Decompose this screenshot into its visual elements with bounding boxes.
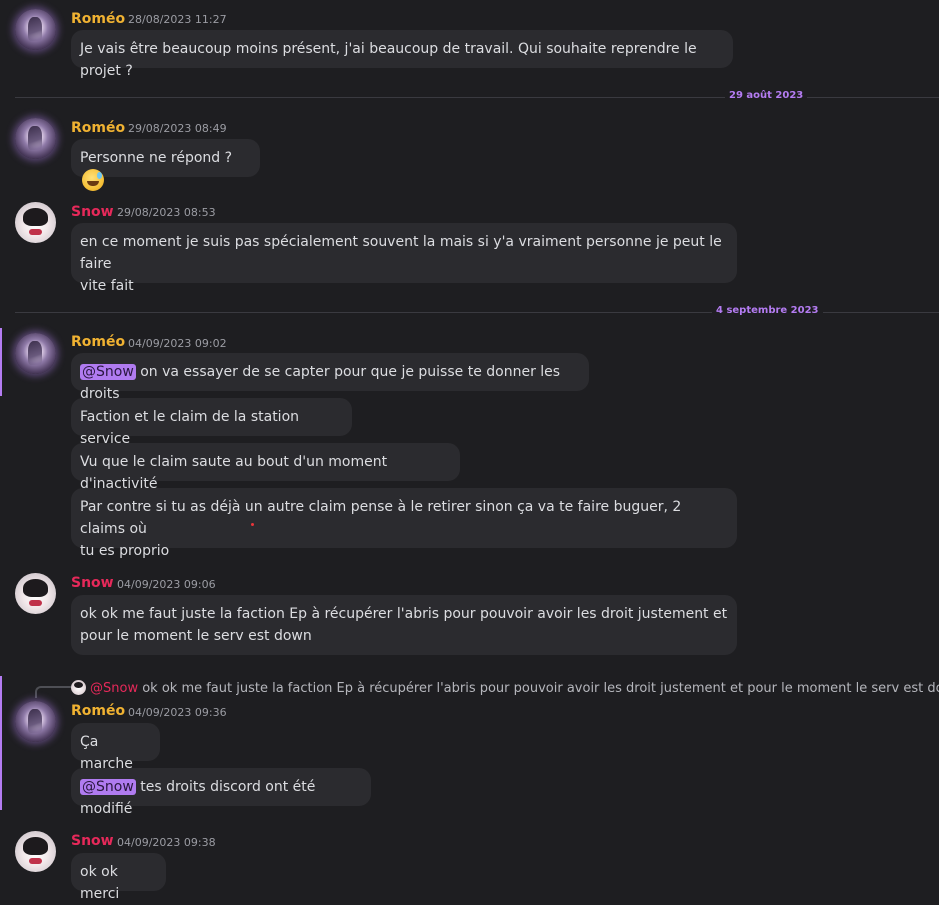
reply-text: ok ok me faut juste la faction Ep à récu… xyxy=(138,681,939,696)
user-mention[interactable]: @Snow xyxy=(80,364,136,380)
timestamp: 04/09/2023 09:38 xyxy=(117,836,216,849)
message-group: Roméo 28/08/2023 11:27 Je vais être beau… xyxy=(0,0,939,90)
message-bubble: Vu que le claim saute au bout d'un momen… xyxy=(71,443,460,492)
avatar[interactable] xyxy=(15,118,56,159)
message-group: Roméo 04/09/2023 09:02 @Snow on va essay… xyxy=(0,325,939,559)
message-group: Roméo 29/08/2023 08:49 Personne ne répon… xyxy=(0,110,939,191)
user-mention[interactable]: @Snow xyxy=(80,779,136,795)
author-name[interactable]: Snow xyxy=(71,575,114,591)
sweat-smile-emoji-icon xyxy=(82,169,104,191)
message-bubble: Par contre si tu as déjà un autre claim … xyxy=(71,488,737,559)
avatar[interactable] xyxy=(15,831,56,872)
message-group: Snow 29/08/2023 08:53 en ce moment je su… xyxy=(0,195,939,295)
message-bubble: @Snow tes droits discord ont été modifié xyxy=(71,768,371,817)
message-bubble: Ça marche xyxy=(71,723,160,772)
message-line: Par contre si tu as déjà un autre claim … xyxy=(80,499,682,537)
message-line: vite fait xyxy=(80,278,134,294)
author-name[interactable]: Roméo xyxy=(71,120,125,136)
message-group: @Snow ok ok me faut juste la faction Ep … xyxy=(0,676,939,817)
message-line: tu es proprio xyxy=(80,543,170,559)
message-bubble: ok ok merci xyxy=(71,853,166,902)
avatar[interactable] xyxy=(15,202,56,243)
timestamp: 04/09/2023 09:02 xyxy=(128,337,227,350)
timestamp: 28/08/2023 11:27 xyxy=(128,13,227,26)
message-bubble: en ce moment je suis pas spécialement so… xyxy=(71,223,737,294)
message-text: on va essayer de se capter pour que je p… xyxy=(80,364,561,402)
date-divider-label: 29 août 2023 xyxy=(725,90,808,101)
author-name[interactable]: Roméo xyxy=(71,11,125,27)
avatar[interactable] xyxy=(15,701,56,742)
message-bubble: Personne ne répond ? xyxy=(71,139,260,191)
message-line: en ce moment je suis pas spécialement so… xyxy=(80,234,722,272)
author-name[interactable]: Snow xyxy=(71,833,114,849)
reply-connector xyxy=(35,686,71,698)
message-text: Personne ne répond ? xyxy=(80,150,233,166)
author-name[interactable]: Roméo xyxy=(71,334,125,350)
message-group: Snow 04/09/2023 09:06 ok ok me faut just… xyxy=(0,567,939,662)
avatar[interactable] xyxy=(15,333,56,374)
date-divider-label: 4 septembre 2023 xyxy=(712,305,823,316)
message-bubble: @Snow on va essayer de se capter pour qu… xyxy=(71,353,589,402)
timestamp: 04/09/2023 09:36 xyxy=(128,706,227,719)
message-bubble: Je vais être beaucoup moins présent, j'a… xyxy=(71,30,733,79)
message-line: pour le moment le serv est down xyxy=(80,628,312,644)
avatar[interactable] xyxy=(15,573,56,614)
cursor-dot xyxy=(251,523,254,526)
avatar[interactable] xyxy=(15,9,56,50)
message-line: ok ok me faut juste la faction Ep à récu… xyxy=(80,606,728,622)
timestamp: 29/08/2023 08:53 xyxy=(117,206,216,219)
message-group: Snow 04/09/2023 09:38 ok ok merci xyxy=(0,825,939,902)
timestamp: 29/08/2023 08:49 xyxy=(128,122,227,135)
reply-author[interactable]: @Snow xyxy=(90,681,138,696)
author-name[interactable]: Snow xyxy=(71,204,114,220)
timestamp: 04/09/2023 09:06 xyxy=(117,578,216,591)
message-bubble: Faction et le claim de la station servic… xyxy=(71,398,352,447)
reply-preview[interactable]: @Snow ok ok me faut juste la faction Ep … xyxy=(90,681,939,696)
reply-avatar[interactable] xyxy=(71,680,86,695)
author-name[interactable]: Roméo xyxy=(71,703,125,719)
message-bubble: ok ok me faut juste la faction Ep à récu… xyxy=(71,595,737,655)
